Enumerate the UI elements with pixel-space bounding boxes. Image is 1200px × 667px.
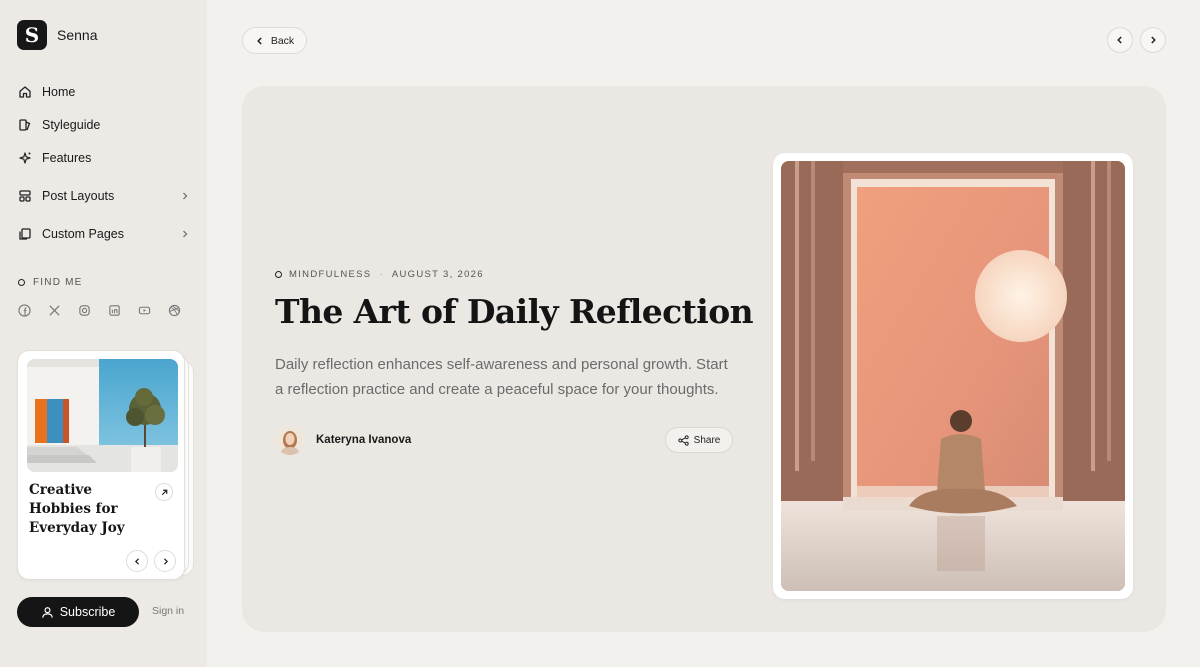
instagram-icon[interactable] [78,303,108,317]
layout-icon [17,188,33,204]
post-description: Daily reflection enhances self-awareness… [275,356,728,398]
chevron-right-icon [178,189,192,203]
sidebar-item-post-layouts[interactable]: Post Layouts [17,182,192,210]
post-image [781,161,1125,591]
dribbble-icon[interactable] [168,303,198,317]
sidebar: S Senna Home Styleguide Features Post La… [0,0,207,667]
featured-post-image[interactable] [27,359,178,472]
share-icon [677,434,689,446]
sidebar-item-features[interactable]: Features [17,144,192,172]
circle-icon [275,271,282,278]
sidebar-item-home[interactable]: Home [17,78,192,106]
featured-post-title[interactable]: Creative Hobbies for Everyday Joy [29,481,149,538]
user-icon [41,606,54,619]
share-button[interactable]: Share [665,427,733,453]
sidebar-item-styleguide[interactable]: Styleguide [17,111,192,139]
prev-post-button[interactable] [1107,27,1133,53]
facebook-icon[interactable] [18,303,48,317]
styleguide-icon [17,117,33,133]
pages-icon [17,226,33,242]
back-button[interactable]: Back [242,27,307,54]
sidebar-item-label: Post Layouts [42,189,115,203]
back-label: Back [270,34,295,47]
sign-in-link[interactable]: Sign in [152,605,184,617]
post-author[interactable]: Kateryna Ivanova [275,425,411,455]
chevron-right-icon [178,227,192,241]
author-name[interactable]: Kateryna Ivanova [316,434,411,446]
chevron-left-icon [134,557,139,565]
linkedin-icon[interactable] [108,303,138,317]
circle-icon [18,279,25,286]
card-next-button[interactable] [154,550,176,572]
sidebar-item-label: Features [42,151,92,165]
post-image-frame [773,153,1133,599]
chevron-left-icon [255,36,265,46]
post-title: The Art of Daily Reflection [275,292,754,331]
social-links [18,303,198,317]
brand-logo[interactable]: S [17,20,47,50]
chevron-left-icon [1117,36,1122,44]
next-post-button[interactable] [1140,27,1166,53]
brand-name[interactable]: Senna [57,27,97,43]
meta-separator: · [379,269,384,280]
youtube-icon[interactable] [138,303,168,317]
sidebar-item-custom-pages[interactable]: Custom Pages [17,220,192,248]
post-date: AUGUST 3, 2026 [391,269,484,280]
post-hero: MINDFULNESS · AUGUST 3, 2026 The Art of … [242,86,1166,632]
chevron-right-icon [163,557,168,565]
brand[interactable]: S Senna [17,20,97,50]
x-icon[interactable] [48,303,78,317]
sidebar-nav: Home Styleguide Features Post Layouts Cu… [17,78,192,248]
featured-post-card[interactable]: Creative Hobbies for Everyday Joy [17,350,185,580]
avatar[interactable] [275,425,305,455]
post-category[interactable]: MINDFULNESS [289,269,371,280]
chevron-right-icon [1151,36,1156,44]
find-me-heading: FIND ME [18,277,83,288]
sparkles-icon [17,150,33,166]
arrow-up-right-icon[interactable] [155,483,173,501]
subscribe-button[interactable]: Subscribe [17,597,139,627]
share-label: Share [693,434,721,446]
sidebar-item-label: Home [42,85,76,99]
card-prev-button[interactable] [126,550,148,572]
post-meta: MINDFULNESS · AUGUST 3, 2026 [275,269,484,280]
sidebar-item-label: Custom Pages [42,227,124,241]
find-me-label: FIND ME [33,277,83,288]
home-icon [17,84,33,100]
subscribe-label: Subscribe [59,605,116,619]
sidebar-item-label: Styleguide [42,118,101,132]
